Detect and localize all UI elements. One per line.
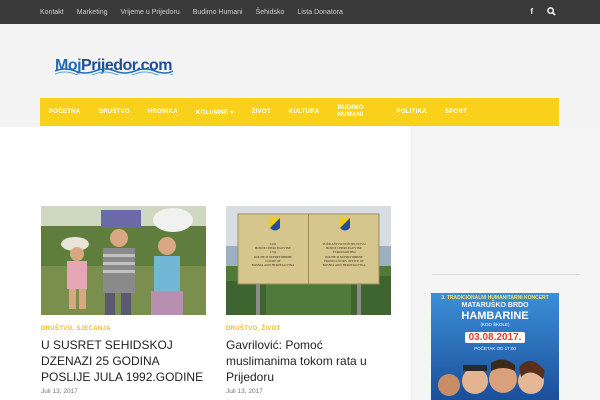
- site-logo[interactable]: Moj Prijedor.com: [55, 47, 173, 75]
- nav-item-zivot[interactable]: Život: [252, 109, 271, 115]
- nav-item-sport[interactable]: Sport: [445, 109, 467, 115]
- facebook-icon[interactable]: f: [530, 0, 533, 24]
- post-title[interactable]: U SUSRET SEHIDSKOJ DZENAZI 25 GODINA POS…: [41, 337, 206, 385]
- poster-date: 03.08.2017.: [464, 332, 526, 343]
- top-link-lista-donatora[interactable]: Lista Donatora: [297, 9, 343, 16]
- nav-item-pocetna[interactable]: Početna: [49, 109, 80, 115]
- top-link-sehidsko[interactable]: Šehidsko: [256, 9, 285, 16]
- main-navigation: Početna Društvo Hronika Kolumne ▾ Život …: [40, 98, 559, 126]
- post-title[interactable]: Gavrilović: Pomoć muslimanima tokom rata…: [226, 337, 391, 385]
- nav-item-kolumne[interactable]: Kolumne ▾: [196, 109, 234, 116]
- nav-item-hronika[interactable]: Hronika: [148, 109, 178, 115]
- top-link-vrijeme[interactable]: Vrijeme u Prijedoru: [120, 9, 179, 16]
- sidebar-divider: [432, 274, 580, 275]
- nav-item-kultura[interactable]: Kultura: [289, 109, 320, 115]
- post-categories[interactable]: Društvo, Život: [226, 326, 391, 332]
- nav-item-politika[interactable]: Politika: [397, 109, 427, 115]
- top-link-marketing[interactable]: Marketing: [77, 9, 108, 16]
- nav-item-kolumne-label: Kolumne: [195, 109, 229, 116]
- chevron-down-icon: ▾: [230, 109, 234, 116]
- poster-line3: HAMBARINE: [461, 310, 529, 322]
- poster-time: POČETAK OD 17:00: [474, 346, 516, 351]
- top-link-kontakt[interactable]: Kontakt: [40, 9, 64, 16]
- social-icons: f: [530, 0, 556, 24]
- nav-item-budimo-humani[interactable]: Budimo Humani: [338, 105, 374, 119]
- poster-text: 3. TRADICIONALNI HUMANITARNI KONCERT MAT…: [431, 295, 559, 351]
- logo-wave-icon: [55, 68, 173, 75]
- poster-line4: (KOD ŠKOLE): [480, 322, 510, 327]
- top-link-budimo-humani[interactable]: Budimo Humani: [193, 9, 243, 16]
- top-bar: Kontakt Marketing Vrijeme u Prijedoru Bu…: [0, 0, 600, 24]
- post-thumbnail[interactable]: [41, 206, 206, 315]
- top-navigation: Kontakt Marketing Vrijeme u Prijedoru Bu…: [40, 0, 356, 24]
- post-date: Juli 13, 2017: [226, 388, 263, 395]
- nav-item-drustvo[interactable]: Društvo: [98, 109, 129, 115]
- search-icon[interactable]: [547, 0, 556, 24]
- post-card: Društvo, Sjećanja U SUSRET SEHIDSKOJ DZE…: [41, 206, 206, 395]
- sign-line: BOSNIA AND HERZEGOVINA: [322, 263, 366, 268]
- sign-line: BOSNIA AND HERZEGOVINA: [251, 263, 295, 268]
- post-card: SUD BOSNE I HERCEGOVINE СУД БОСНЕ И ХЕРЦ…: [226, 206, 391, 395]
- refugees-photo: [41, 206, 206, 315]
- sign-text-left: SUD BOSNE I HERCEGOVINE СУД БОСНЕ И ХЕРЦ…: [240, 242, 306, 267]
- post-date: Juli 13, 2017: [41, 388, 78, 395]
- poster-line1: 3. TRADICIONALNI HUMANITARNI KONCERT: [441, 295, 549, 301]
- sign-text-right: TUŽILAŠTVO/TUŽITELJSTVO BOSNE I HERCEGOV…: [310, 242, 378, 267]
- poster-line2: MATARUŠKO BRDO: [461, 302, 529, 309]
- concert-poster-ad[interactable]: 3. TRADICIONALNI HUMANITARNI KONCERT MAT…: [431, 293, 559, 400]
- post-thumbnail[interactable]: SUD BOSNE I HERCEGOVINE СУД БОСНЕ И ХЕРЦ…: [226, 206, 391, 315]
- post-categories[interactable]: Društvo, Sjećanja: [41, 326, 206, 332]
